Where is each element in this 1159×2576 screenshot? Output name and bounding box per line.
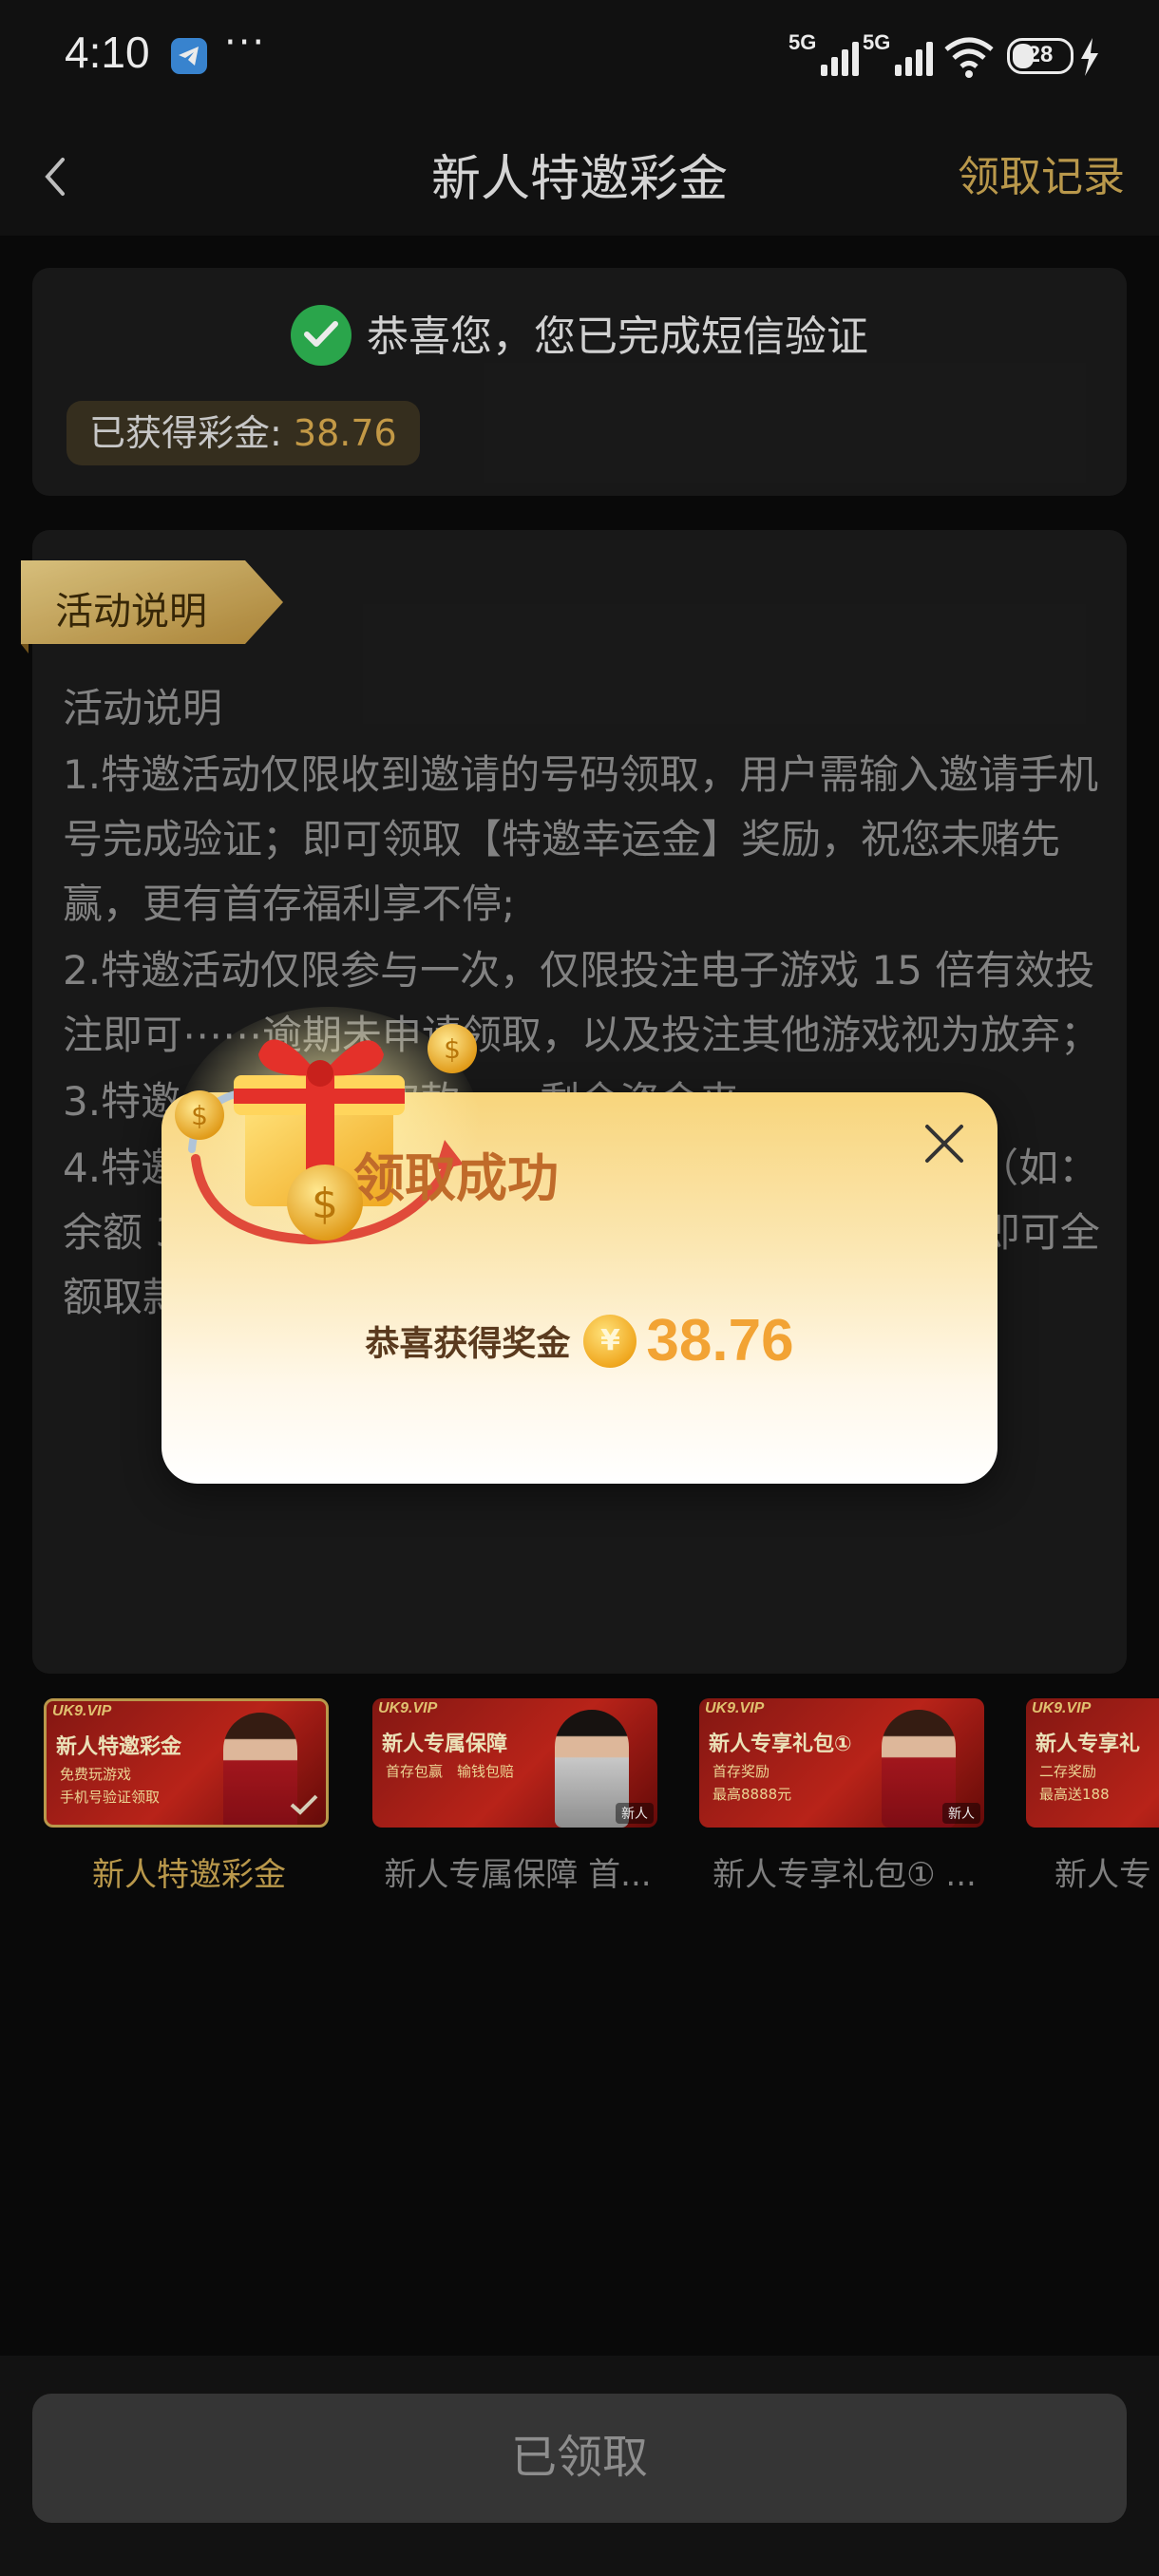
svg-text:$: $ [191,1100,208,1131]
new-badge: 新人 [616,1803,654,1824]
tab-label: 新人专 [1054,1856,1151,1894]
battery-level: 28 [1027,42,1054,67]
svg-text:$: $ [444,1033,461,1065]
check-circle-icon [291,305,352,366]
svg-text:$: $ [312,1180,338,1228]
tab-label: 新人特邀彩金 [92,1856,286,1894]
claimed-button[interactable]: 已领取 [32,2394,1127,2523]
yuan-coin-icon: ¥ [583,1314,637,1368]
bonus-amount: 38.76 [293,412,397,454]
modal-title: 领取成功 [353,1148,559,1208]
tab-thumbnail: UK9.VIP 新人专属保障 首存包赢 输钱包赔 新人 [372,1698,657,1828]
selected-check-icon [290,1794,318,1819]
more-notifications-icon: ··· [224,21,267,65]
modal-reward-line: 恭喜获得奖金 ¥38.76 [0,1307,1159,1374]
status-bar: 4:10 ··· 5G 5G 28 [0,0,1159,112]
tab-new-gift-pack-1[interactable]: UK9.VIP 新人专享礼包① 首存奖励 最高8888元 新人 新人专享礼包① … [699,1698,990,1895]
close-icon[interactable] [918,1117,971,1170]
battery-icon: 28 [1007,38,1074,74]
tab-label: 新人专属保障 首... [384,1856,652,1894]
verify-message: 恭喜您，您已完成短信验证 [367,313,868,361]
tab-new-gift-pack-2[interactable]: UK9.VIP 新人专享礼 二存奖励 最高送188 新人专 [1026,1698,1159,1895]
tab-thumbnail: UK9.VIP 新人专享礼 二存奖励 最高送188 [1026,1698,1159,1828]
rules-item-1: 1.特邀活动仅限收到邀请的号码领取，用户需输入邀请手机号完成验证；即可领取【特邀… [63,751,1099,927]
signal-icon-2: 5G [863,30,933,76]
telegram-icon [171,38,207,74]
bonus-chip: 已获得彩金: 38.76 [66,401,420,465]
tab-thumbnail: UK9.VIP 新人专享礼包① 首存奖励 最高8888元 新人 [699,1698,984,1828]
status-time: 4:10 [65,28,150,77]
rules-heading: 活动说明 [63,685,223,731]
rules-ribbon-label: 活动说明 [55,590,207,634]
modal-reward-amount: 38.76 [646,1308,794,1373]
bonus-label: 已获得彩金: [89,412,294,454]
tab-new-invite-bonus[interactable]: UK9.VIP 新人特邀彩金 免费玩游戏 手机号验证领取 新人特邀彩金 [44,1698,334,1895]
promo-model-image [223,1713,297,1825]
modal-reward-label: 恭喜获得奖金 [365,1324,571,1364]
claim-record-link[interactable]: 领取记录 [958,142,1125,203]
nav-bar: 新人特邀彩金 领取记录 [0,112,1159,236]
tab-label: 新人专享礼包① ... [712,1856,977,1894]
wifi-icon [942,36,996,82]
signal-icon: 5G [788,30,859,76]
tab-thumbnail: UK9.VIP 新人特邀彩金 免费玩游戏 手机号验证领取 [44,1698,329,1828]
charging-icon [1079,38,1100,80]
verify-card: 恭喜您，您已完成短信验证 已获得彩金: 38.76 [32,268,1127,496]
tab-new-exclusive-guarantee[interactable]: UK9.VIP 新人专属保障 首存包赢 输钱包赔 新人 新人专属保障 首... [372,1698,663,1895]
promo-tabs: UK9.VIP 新人特邀彩金 免费玩游戏 手机号验证领取 新人特邀彩金 UK9.… [0,1698,1159,1907]
new-badge: 新人 [942,1803,980,1824]
verify-message-row: 恭喜您，您已完成短信验证 [32,302,1127,369]
